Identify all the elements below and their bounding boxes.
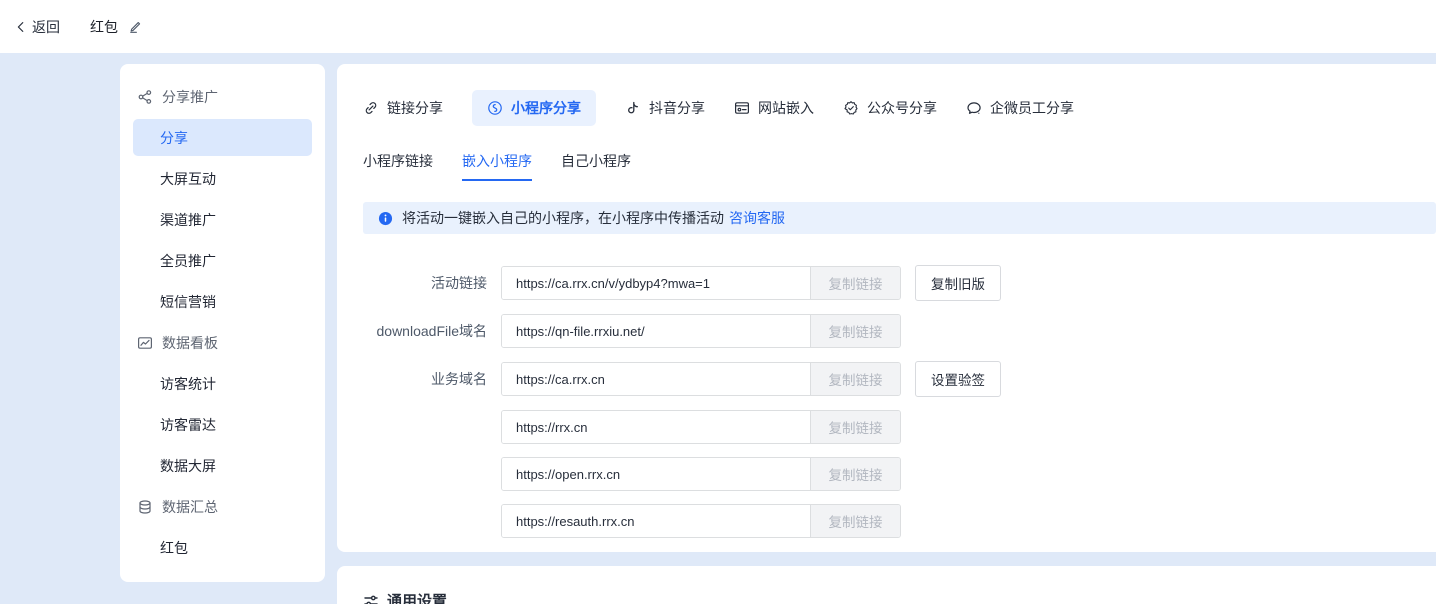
downloadfile-domain-input-group: 复制链接 bbox=[501, 314, 901, 348]
copy-link-button[interactable]: 复制链接 bbox=[810, 411, 900, 443]
sidebar-group-label: 分享推广 bbox=[162, 87, 218, 107]
field-label: 活动链接 bbox=[363, 273, 487, 293]
sidebar-group-share-promotion[interactable]: 分享推广 bbox=[120, 76, 325, 117]
link-icon bbox=[363, 100, 379, 116]
subtab-embed-miniprogram[interactable]: 嵌入小程序 bbox=[462, 151, 532, 181]
tab-label: 企微员工分享 bbox=[990, 98, 1074, 118]
page-title: 红包 bbox=[90, 17, 118, 37]
sidebar: 分享推广 分享 大屏互动 渠道推广 全员推广 短信营销 数据看板 访客统计 访客… bbox=[120, 64, 325, 582]
downloadfile-domain-input[interactable] bbox=[502, 315, 810, 347]
copy-link-button[interactable]: 复制链接 bbox=[810, 458, 900, 490]
banner-text: 将活动一键嵌入自己的小程序，在小程序中传播活动 bbox=[402, 208, 724, 228]
tab-miniprogram-share[interactable]: 小程序分享 bbox=[472, 90, 596, 126]
sidebar-item-visitor-radar[interactable]: 访客雷达 bbox=[120, 404, 325, 445]
form-row-activity-link: 活动链接 复制链接 复制旧版 bbox=[363, 265, 1436, 301]
subtab-own-miniprogram[interactable]: 自己小程序 bbox=[561, 151, 631, 181]
tab-label: 抖音分享 bbox=[649, 98, 705, 118]
sidebar-item-data-screen[interactable]: 数据大屏 bbox=[120, 445, 325, 486]
copy-link-button[interactable]: 复制链接 bbox=[810, 505, 900, 537]
official-account-icon bbox=[843, 100, 859, 116]
general-settings-title: 通用设置 bbox=[363, 590, 1436, 604]
activity-link-input[interactable] bbox=[502, 267, 810, 299]
tab-link-share[interactable]: 链接分享 bbox=[363, 90, 443, 126]
share-settings-form: 活动链接 复制链接 复制旧版 downloadFile域名 复制链接 业务域名 … bbox=[363, 265, 1436, 538]
domain-input-group: 复制链接 bbox=[501, 457, 901, 491]
sidebar-item-all-staff-promotion[interactable]: 全员推广 bbox=[120, 240, 325, 281]
set-verification-button[interactable]: 设置验签 bbox=[915, 361, 1001, 397]
tab-label: 公众号分享 bbox=[867, 98, 937, 118]
form-row-domain-3: 复制链接 bbox=[363, 457, 1436, 491]
form-row-domain-4: 复制链接 bbox=[363, 504, 1436, 538]
info-circle-icon bbox=[378, 211, 393, 226]
sidebar-item-share[interactable]: 分享 bbox=[133, 119, 312, 156]
field-label: downloadFile域名 bbox=[363, 321, 487, 341]
tab-label: 链接分享 bbox=[387, 98, 443, 118]
douyin-icon bbox=[625, 100, 641, 116]
sidebar-group-label: 数据汇总 bbox=[162, 497, 218, 517]
share-nodes-icon bbox=[137, 89, 153, 105]
tab-wecom-staff-share[interactable]: 企微员工分享 bbox=[966, 90, 1074, 126]
domain-input[interactable] bbox=[502, 458, 810, 490]
share-tabs: 链接分享 小程序分享 抖音分享 网站嵌入 公众号分享 bbox=[363, 90, 1436, 126]
copy-old-version-button[interactable]: 复制旧版 bbox=[915, 265, 1001, 301]
wecom-chat-icon bbox=[966, 100, 982, 116]
miniprogram-subtabs: 小程序链接 嵌入小程序 自己小程序 bbox=[363, 151, 1436, 181]
sidebar-item-big-screen[interactable]: 大屏互动 bbox=[120, 158, 325, 199]
tab-douyin-share[interactable]: 抖音分享 bbox=[625, 90, 705, 126]
business-domain-input[interactable] bbox=[502, 363, 810, 395]
tab-official-account-share[interactable]: 公众号分享 bbox=[843, 90, 937, 126]
copy-link-button[interactable]: 复制链接 bbox=[810, 267, 900, 299]
section-title-text: 通用设置 bbox=[387, 590, 447, 604]
info-banner: 将活动一键嵌入自己的小程序，在小程序中传播活动咨询客服 bbox=[363, 202, 1436, 234]
subtab-miniprogram-link[interactable]: 小程序链接 bbox=[363, 151, 433, 181]
field-label: 业务域名 bbox=[363, 369, 487, 389]
copy-link-button[interactable]: 复制链接 bbox=[810, 315, 900, 347]
pencil-icon[interactable] bbox=[127, 19, 142, 34]
form-row-business-domain: 业务域名 复制链接 设置验签 bbox=[363, 361, 1436, 397]
back-button[interactable]: 返回 bbox=[14, 17, 60, 37]
sliders-icon bbox=[363, 593, 379, 604]
contact-support-link[interactable]: 咨询客服 bbox=[729, 208, 785, 228]
topbar: 返回 红包 bbox=[0, 0, 1436, 53]
form-row-downloadfile-domain: downloadFile域名 复制链接 bbox=[363, 314, 1436, 348]
sidebar-item-channel-promotion[interactable]: 渠道推广 bbox=[120, 199, 325, 240]
sidebar-group-label: 数据看板 bbox=[162, 333, 218, 353]
sidebar-group-data-board[interactable]: 数据看板 bbox=[120, 322, 325, 363]
main-card: 链接分享 小程序分享 抖音分享 网站嵌入 公众号分享 bbox=[337, 64, 1436, 552]
domain-input[interactable] bbox=[502, 505, 810, 537]
sidebar-item-visitor-stats[interactable]: 访客统计 bbox=[120, 363, 325, 404]
website-embed-icon bbox=[734, 100, 750, 116]
line-chart-icon bbox=[137, 335, 153, 351]
sidebar-group-data-summary[interactable]: 数据汇总 bbox=[120, 486, 325, 527]
domain-input-group: 复制链接 bbox=[501, 410, 901, 444]
activity-link-input-group: 复制链接 bbox=[501, 266, 901, 300]
database-icon bbox=[137, 499, 153, 515]
tab-label: 小程序分享 bbox=[511, 98, 581, 118]
domain-input[interactable] bbox=[502, 411, 810, 443]
copy-link-button[interactable]: 复制链接 bbox=[810, 363, 900, 395]
form-row-domain-2: 复制链接 bbox=[363, 410, 1436, 444]
miniprogram-icon bbox=[487, 100, 503, 116]
business-domain-input-group: 复制链接 bbox=[501, 362, 901, 396]
sidebar-item-sms-marketing[interactable]: 短信营销 bbox=[120, 281, 325, 322]
general-settings-card: 通用设置 bbox=[337, 566, 1436, 604]
domain-input-group: 复制链接 bbox=[501, 504, 901, 538]
chevron-left-icon bbox=[14, 20, 28, 34]
sidebar-item-red-packet[interactable]: 红包 bbox=[120, 527, 325, 568]
back-label: 返回 bbox=[32, 17, 60, 37]
tab-label: 网站嵌入 bbox=[758, 98, 814, 118]
tab-website-embed[interactable]: 网站嵌入 bbox=[734, 90, 814, 126]
